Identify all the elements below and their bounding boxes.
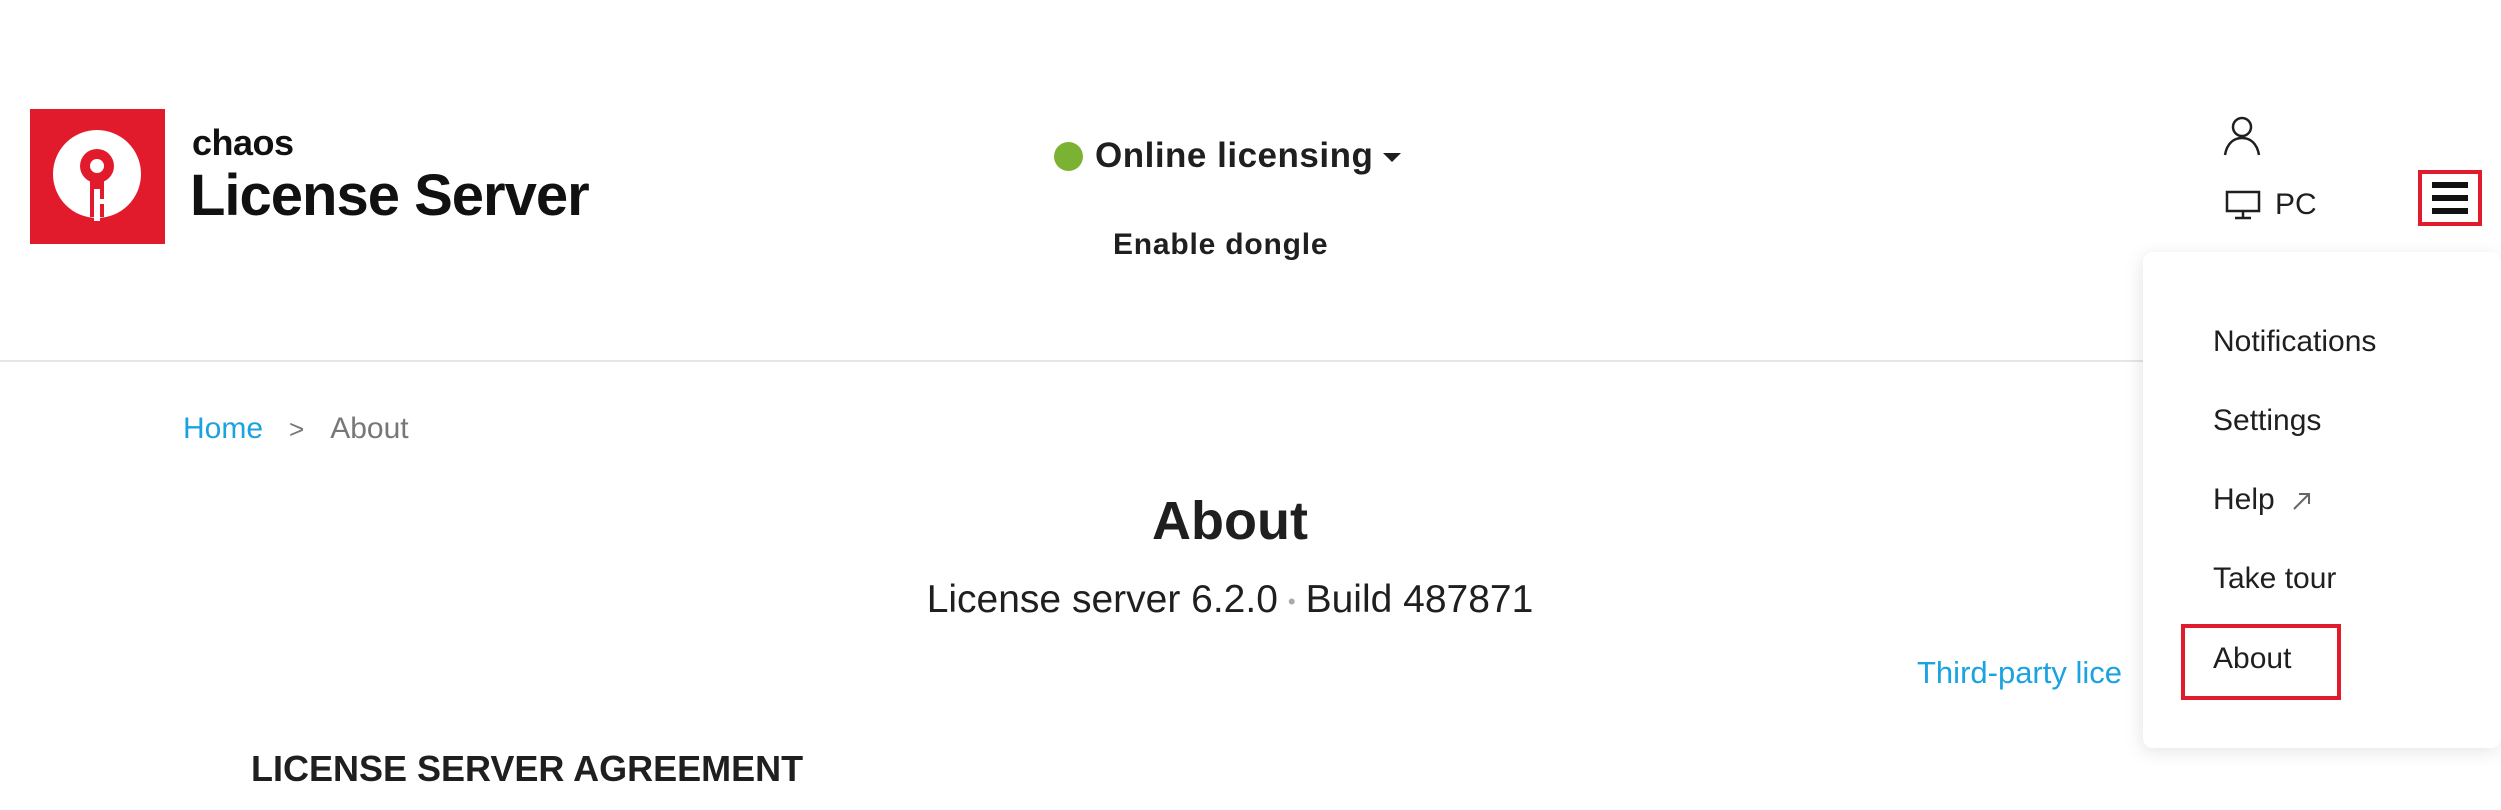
machine-indicator[interactable]: PC [2225,188,2317,222]
breadcrumb-separator: > [289,413,305,444]
version-info: License server 6.2.0 • Build 487871 [0,578,2460,622]
page: chaos License Server Online licensing En… [0,0,2501,810]
hamburger-icon [2432,182,2468,214]
menu-item-help[interactable]: Help [2213,483,2313,517]
breadcrumb: Home > About [183,412,409,446]
version-separator: • [1287,588,1296,614]
menu-item-take-tour[interactable]: Take tour [2213,562,2336,596]
third-party-licenses-link[interactable]: Third-party lice [1917,655,2122,691]
external-link-icon [2293,493,2311,510]
breadcrumb-current: About [330,412,409,445]
monitor-icon [2225,190,2261,220]
machine-label: PC [2275,188,2317,221]
menu-item-settings[interactable]: Settings [2213,404,2321,438]
header: chaos License Server Online licensing En… [0,0,2501,362]
breadcrumb-home-link[interactable]: Home [183,412,263,446]
menu-button[interactable] [2418,170,2482,226]
menu-item-about[interactable]: About [2213,642,2291,676]
licensing-label: Online licensing [1095,136,1374,175]
brand-name: License Server [190,163,590,228]
page-title: About [1152,491,1308,551]
enable-dongle-button[interactable]: Enable dongle [1113,228,1328,262]
main-menu-dropdown: Notifications Settings Help Take tour Ab… [2143,252,2501,748]
user-icon[interactable] [2222,115,2262,157]
version-text: License server 6.2.0 [926,578,1278,621]
key-logo-icon[interactable] [30,109,165,244]
online-status-icon [1054,141,1083,171]
caret-down-icon [1383,152,1402,162]
agreement-heading: LICENSE SERVER AGREEMENT [251,748,804,789]
licensing-dropdown[interactable]: Online licensing [1054,136,1402,176]
menu-item-notifications[interactable]: Notifications [2213,325,2376,359]
brand-name-small: chaos [192,122,294,163]
menu-item-help-label: Help [2213,483,2275,516]
build-text: Build 487871 [1305,578,1534,621]
